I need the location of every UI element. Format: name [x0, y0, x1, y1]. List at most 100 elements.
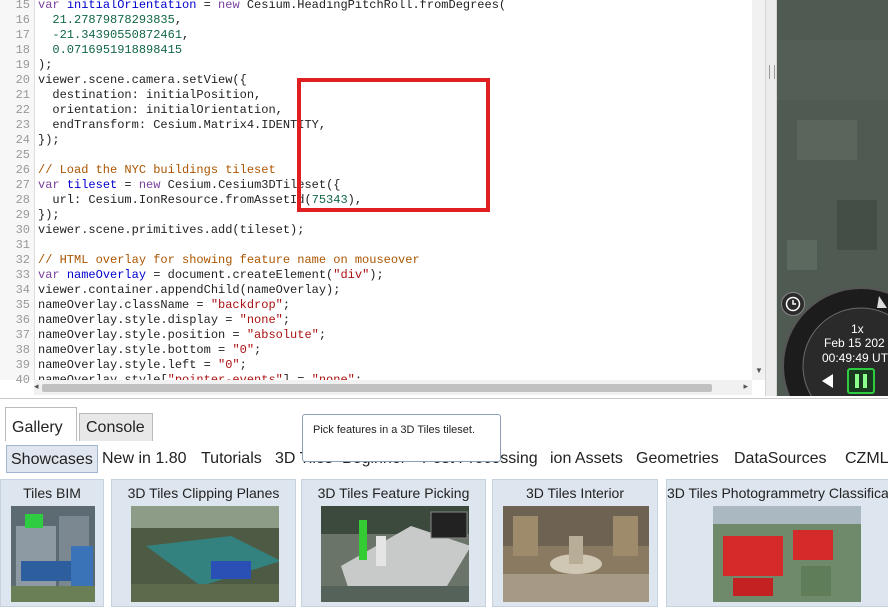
line-number: 28 [15, 193, 30, 207]
line-number: 18 [15, 43, 30, 57]
thumbnail-image [131, 506, 281, 602]
gallery-thumbnail-tiles-bim[interactable]: Tiles BIM [0, 479, 104, 607]
code-line[interactable]: 16 21.27879878293835, [0, 13, 765, 28]
line-number: 31 [15, 238, 30, 252]
code-line[interactable]: 38 nameOverlay.style.bottom = "0"; [0, 343, 765, 358]
line-number: 25 [15, 148, 30, 162]
code-line[interactable]: 17 -21.34390550872461, [0, 28, 765, 43]
line-number: 19 [15, 58, 30, 72]
code-line[interactable]: 35 nameOverlay.className = "backdrop"; [0, 298, 765, 313]
code-text[interactable]: }); [38, 133, 60, 147]
category-tab-tutorials[interactable]: Tutorials [201, 445, 262, 473]
current-date: Feb 15 202 [824, 336, 885, 350]
code-line[interactable]: 34 viewer.container.appendChild(nameOverl… [0, 283, 765, 298]
current-time: 00:49:49 UT [822, 351, 888, 365]
line-number: 17 [15, 28, 30, 42]
category-tab-showcases[interactable]: Showcases [6, 445, 98, 473]
line-number: 37 [15, 328, 30, 342]
scroll-left-arrow-icon[interactable]: ◂ [34, 381, 39, 392]
code-text[interactable]: }); [38, 208, 60, 222]
pause-icon [855, 374, 867, 388]
line-number: 30 [15, 223, 30, 237]
cesium-viewer[interactable]: 1x Feb 15 202 00:49:49 UT [777, 0, 888, 396]
category-tab-datasources[interactable]: DataSources [734, 445, 827, 473]
code-text[interactable]: nameOverlay.style.bottom = "0"; [38, 343, 261, 357]
thumbnail-image [11, 506, 95, 602]
code-line[interactable]: 32 // HTML overlay for showing feature na… [0, 253, 765, 268]
code-text[interactable]: var nameOverlay = document.createElement… [38, 268, 384, 282]
thumbnail-title: 3D Tiles Clipping Planes [127, 485, 280, 501]
code-text[interactable]: nameOverlay.style.position = "absolute"; [38, 328, 326, 342]
pane-splitter[interactable] [765, 0, 777, 396]
play-reverse-icon [822, 374, 833, 388]
category-tab-czml[interactable]: CZML [845, 445, 888, 473]
splitter-grip-icon[interactable] [769, 65, 775, 79]
thumbnail-image [713, 506, 861, 602]
gallery-thumbnail-3d-tiles-photogrammetry-classification[interactable]: 3D Tiles Photogrammetry Classification [666, 479, 888, 607]
code-text[interactable]: // Load the NYC buildings tileset [38, 163, 276, 177]
gallery-thumbnail-3d-tiles-clipping-planes[interactable]: 3D Tiles Clipping Planes [111, 479, 296, 607]
code-text[interactable]: ); [38, 58, 52, 72]
code-text[interactable]: nameOverlay.style.display = "none"; [38, 313, 290, 327]
code-text[interactable]: 21.27879878293835, [38, 13, 182, 27]
pause-button[interactable] [847, 368, 875, 394]
speed-multiplier: 1x [851, 322, 864, 336]
category-tab-ion-assets[interactable]: ion Assets [550, 445, 623, 473]
code-text[interactable]: endTransform: Cesium.Matrix4.IDENTITY, [38, 118, 326, 132]
tab-gallery[interactable]: Gallery [5, 407, 77, 441]
gallery-thumbnail-3d-tiles-interior[interactable]: 3D Tiles Interior [492, 479, 658, 607]
scroll-down-arrow-icon[interactable]: ▼ [755, 366, 763, 375]
code-line[interactable]: 18 0.0716951918898415 [0, 43, 765, 58]
horizontal-scroll-thumb[interactable] [42, 384, 712, 392]
code-line[interactable]: 15 var initialOrientation = new Cesium.He… [0, 0, 765, 13]
category-tab-geometries[interactable]: Geometries [636, 445, 719, 473]
code-text[interactable]: nameOverlay.style.left = "0"; [38, 358, 247, 372]
code-text[interactable]: viewer.scene.camera.setView({ [38, 73, 247, 87]
category-tab-new-in-1-80[interactable]: New in 1.80 [102, 445, 187, 473]
play-reverse-button[interactable] [817, 370, 839, 392]
animation-widget[interactable]: 1x Feb 15 202 00:49:49 UT [777, 286, 888, 396]
editor-vertical-scrollbar[interactable]: ▼ [752, 0, 765, 380]
editor-horizontal-scrollbar[interactable]: ◂ ▸ [34, 380, 752, 395]
gallery-thumbnail-3d-tiles-feature-picking[interactable]: 3D Tiles Feature Picking [301, 479, 486, 607]
line-number: 40 [15, 373, 30, 387]
code-line[interactable]: 30 viewer.scene.primitives.add(tileset); [0, 223, 765, 238]
line-number: 34 [15, 283, 30, 297]
thumbnail-tooltip: Pick features in a 3D Tiles tileset. [302, 414, 501, 462]
tab-console[interactable]: Console [79, 413, 153, 441]
code-line[interactable]: 19); [0, 58, 765, 73]
thumbnail-title: 3D Tiles Feature Picking [317, 485, 470, 501]
line-number: 23 [15, 118, 30, 132]
line-number: 15 [15, 0, 30, 12]
line-number: 20 [15, 73, 30, 87]
code-text[interactable]: var initialOrientation = new Cesium.Head… [38, 0, 506, 12]
thumbnail-image [321, 506, 471, 602]
code-line[interactable]: 33 var nameOverlay = document.createEleme… [0, 268, 765, 283]
code-line[interactable]: 37 nameOverlay.style.position = "absolute… [0, 328, 765, 343]
code-text[interactable]: viewer.container.appendChild(nameOverlay… [38, 283, 340, 297]
code-line[interactable]: 31 [0, 238, 765, 253]
code-text[interactable]: // HTML overlay for showing feature name… [38, 253, 420, 267]
code-text[interactable]: 0.0716951918898415 [38, 43, 182, 57]
code-text[interactable]: nameOverlay.className = "backdrop"; [38, 298, 290, 312]
line-number: 27 [15, 178, 30, 192]
code-text[interactable]: orientation: initialOrientation, [38, 103, 282, 117]
line-number: 26 [15, 163, 30, 177]
scroll-right-arrow-icon[interactable]: ▸ [743, 381, 748, 392]
code-text[interactable]: var tileset = new Cesium.Cesium3DTileset… [38, 178, 340, 192]
line-number: 33 [15, 268, 30, 282]
line-number: 22 [15, 103, 30, 117]
clock-icon[interactable] [781, 292, 805, 316]
thumbnail-title: Tiles BIM [23, 485, 81, 501]
code-line[interactable]: 39 nameOverlay.style.left = "0"; [0, 358, 765, 373]
line-number: 21 [15, 88, 30, 102]
vertical-scroll-thumb[interactable] [755, 0, 762, 380]
line-number: 24 [15, 133, 30, 147]
code-text[interactable]: -21.34390550872461, [38, 28, 189, 42]
thumbnail-title: 3D Tiles Interior [525, 485, 625, 501]
gallery-thumbnails: Tiles BIM 3D Tiles Clipping Planes 3D Ti… [0, 477, 888, 611]
code-line[interactable]: 36 nameOverlay.style.display = "none"; [0, 313, 765, 328]
code-text[interactable]: viewer.scene.primitives.add(tileset); [38, 223, 304, 237]
code-text[interactable]: destination: initialPosition, [38, 88, 261, 102]
line-number: 35 [15, 298, 30, 312]
